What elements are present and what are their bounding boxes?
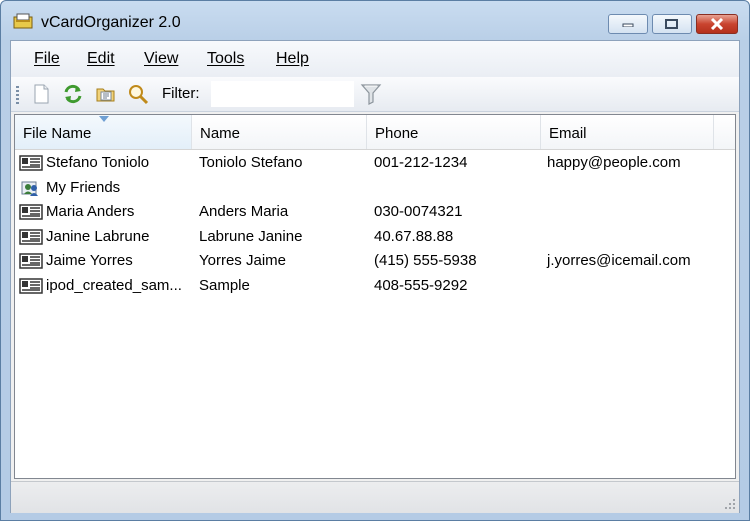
- cell-file-name: Maria Anders: [46, 203, 135, 220]
- vcard-icon: [19, 229, 43, 245]
- cell-email: happy@people.com: [547, 154, 681, 171]
- menu-file[interactable]: File: [34, 50, 60, 68]
- toolbar: Filter:: [11, 77, 739, 112]
- minimize-icon: [622, 23, 634, 27]
- minimize-button[interactable]: [608, 14, 648, 34]
- list-item[interactable]: Stefano Toniolo Toniolo Stefano 001-212-…: [15, 151, 735, 175]
- cell-file-name: Janine Labrune: [46, 228, 150, 245]
- menu-tools[interactable]: Tools: [207, 50, 244, 68]
- vcard-icon: [19, 253, 43, 269]
- column-phone[interactable]: Phone: [367, 115, 541, 149]
- maximize-icon: [665, 18, 678, 29]
- cell-name: Labrune Janine: [199, 228, 303, 245]
- cell-phone: 030-0074321: [374, 203, 463, 220]
- search-icon[interactable]: [127, 83, 149, 105]
- maximize-button[interactable]: [652, 14, 692, 34]
- menu-help[interactable]: Help: [276, 50, 309, 68]
- cell-phone: 408-555-9292: [374, 277, 468, 294]
- column-filler: [714, 115, 735, 149]
- cell-name: Anders Maria: [199, 203, 289, 220]
- client-area: File Edit View Tools Help Filter: File N…: [10, 40, 740, 513]
- vcard-icon: [19, 155, 43, 171]
- filter-label: Filter:: [162, 85, 200, 102]
- status-bar: [11, 481, 739, 513]
- close-button[interactable]: [696, 14, 738, 34]
- cell-name: Sample: [199, 277, 250, 294]
- list-item[interactable]: Jaime Yorres Yorres Jaime (415) 555-5938…: [15, 249, 735, 273]
- toolbar-grip[interactable]: [16, 86, 19, 104]
- list-item[interactable]: My Friends: [15, 176, 735, 200]
- cell-file-name: ipod_created_sam...: [46, 277, 182, 294]
- funnel-icon[interactable]: [360, 82, 382, 106]
- cell-file-name: My Friends: [46, 179, 121, 196]
- vcard-icon: [19, 204, 43, 220]
- column-name[interactable]: Name: [192, 115, 367, 149]
- cell-file-name: Jaime Yorres: [46, 252, 133, 269]
- cell-name: Toniolo Stefano: [199, 154, 303, 171]
- new-document-icon[interactable]: [30, 83, 52, 105]
- app-window: vCardOrganizer 2.0 File Edit View Tools …: [0, 0, 750, 521]
- list-item[interactable]: Maria Anders Anders Maria 030-0074321: [15, 200, 735, 224]
- cell-phone: (415) 555-5938: [374, 252, 477, 269]
- cell-name: Yorres Jaime: [199, 252, 286, 269]
- filter-input[interactable]: [211, 81, 354, 107]
- column-email[interactable]: Email: [541, 115, 714, 149]
- sort-descending-icon: [99, 116, 109, 122]
- list-item[interactable]: Janine Labrune Labrune Janine 40.67.88.8…: [15, 225, 735, 249]
- menu-bar: File Edit View Tools Help: [11, 41, 739, 77]
- close-icon: [710, 18, 724, 30]
- app-icon: [13, 13, 33, 29]
- cell-phone: 001-212-1234: [374, 154, 468, 171]
- refresh-icon[interactable]: [62, 83, 84, 105]
- menu-edit[interactable]: Edit: [87, 50, 115, 68]
- open-folder-icon[interactable]: [95, 83, 117, 105]
- window-title: vCardOrganizer 2.0: [41, 14, 181, 31]
- cell-email: j.yorres@icemail.com: [547, 252, 691, 269]
- vcard-icon: [19, 278, 43, 294]
- cell-file-name: Stefano Toniolo: [46, 154, 150, 171]
- list-item[interactable]: ipod_created_sam... Sample 408-555-9292: [15, 274, 735, 298]
- group-icon: [21, 181, 38, 196]
- column-file-name[interactable]: File Name: [15, 115, 192, 149]
- title-bar[interactable]: vCardOrganizer 2.0: [1, 1, 749, 39]
- resize-grip-icon[interactable]: [724, 498, 736, 510]
- contact-list[interactable]: File Name Name Phone Email Stefano Tonio…: [14, 114, 736, 479]
- cell-phone: 40.67.88.88: [374, 228, 454, 245]
- menu-view[interactable]: View: [144, 50, 178, 68]
- list-header: File Name Name Phone Email: [15, 115, 735, 150]
